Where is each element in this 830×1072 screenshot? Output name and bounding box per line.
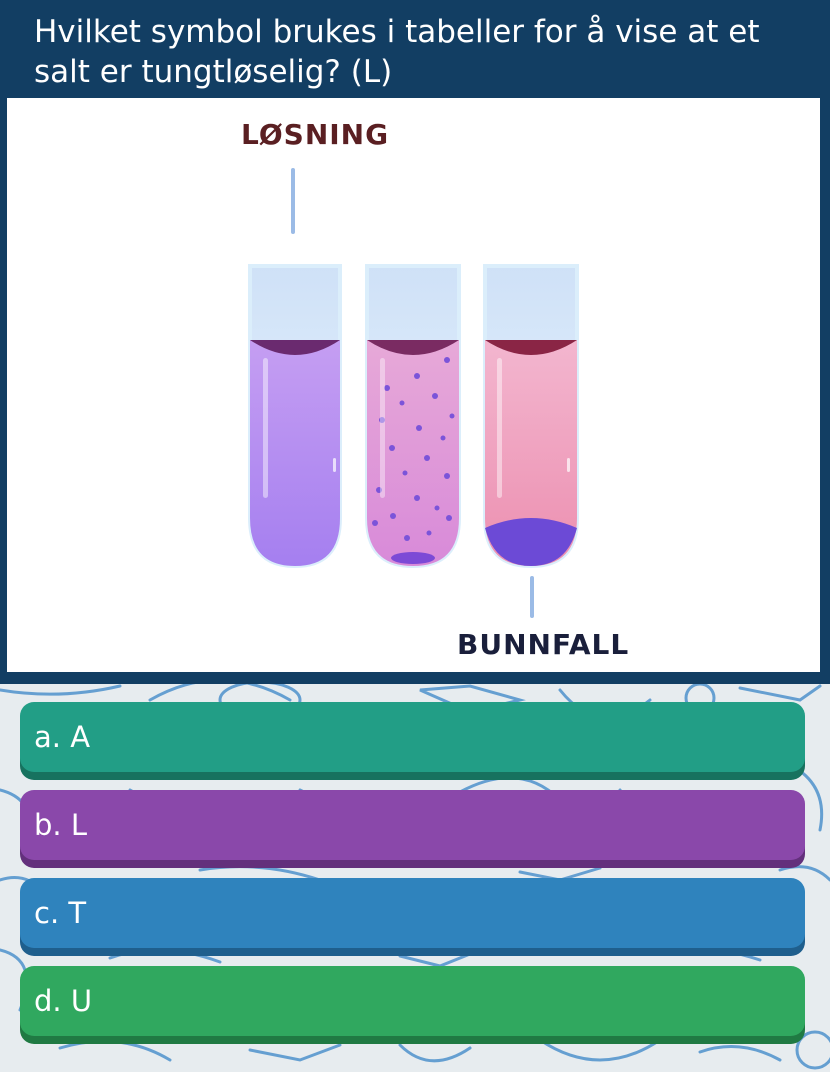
- answer-option-b[interactable]: b. L: [20, 790, 805, 868]
- answer-option-c[interactable]: c. T: [20, 878, 805, 956]
- answer-label: c. T: [34, 896, 87, 930]
- question-text: Hvilket symbol brukes i tabeller for å v…: [34, 14, 760, 90]
- question-card: Hvilket symbol brukes i tabeller for å v…: [0, 0, 830, 684]
- answer-option-a[interactable]: a. A: [20, 702, 805, 780]
- answer-face: [20, 878, 805, 948]
- label-losning: LØSNING: [241, 118, 389, 151]
- test-tubes-illustration: LØSNING BUNNFALL: [241, 118, 629, 661]
- answer-label: b. L: [34, 808, 88, 842]
- answer-label: a. A: [34, 720, 91, 754]
- answer-option-d[interactable]: d. U: [20, 966, 805, 1044]
- answer-face: [20, 702, 805, 772]
- answer-face: [20, 966, 805, 1036]
- answer-face: [20, 790, 805, 860]
- label-bunnfall: BUNNFALL: [457, 628, 629, 661]
- tube-precipitate: [483, 264, 579, 569]
- answer-label: d. U: [34, 984, 93, 1018]
- tube-mixture: [365, 264, 461, 569]
- tube-solution: [248, 264, 342, 569]
- question-image: LØSNING BUNNFALL: [7, 98, 820, 672]
